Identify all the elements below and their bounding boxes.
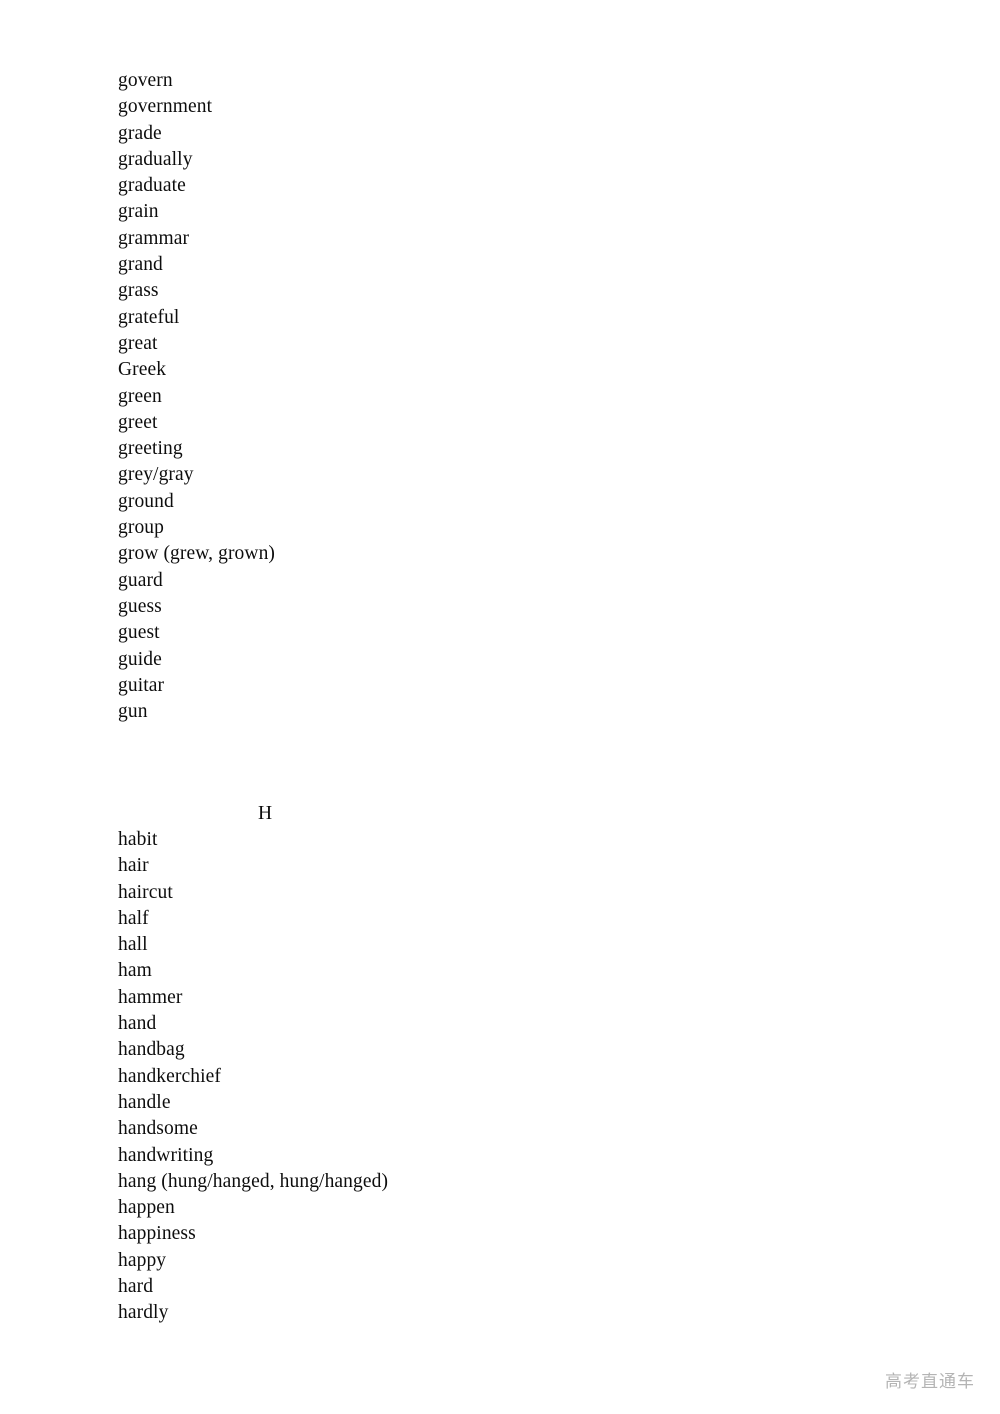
word-item: grain [118, 201, 159, 223]
word-item: guide [118, 648, 162, 670]
word-item: half [118, 907, 149, 929]
word-item: graduate [118, 175, 186, 197]
word-item: happen [118, 1197, 175, 1219]
word-item: gradually [118, 148, 193, 170]
watermark: 高考直通车 [885, 1372, 975, 1392]
word-item: handle [118, 1091, 171, 1113]
word-item: hand [118, 1013, 157, 1035]
document-page: govern government grade gradually graduate gr… [0, 0, 1000, 1414]
word-item: guest [118, 622, 160, 644]
word-item: grammar [118, 227, 190, 249]
word-item: group [118, 517, 164, 539]
word-item: government [118, 96, 213, 118]
word-item: hammer [118, 986, 183, 1008]
word-item: hall [118, 934, 148, 956]
section-heading-h: H [258, 803, 273, 824]
word-item: gun [118, 701, 148, 723]
word-item: haircut [118, 881, 173, 903]
word-item: grey/gray [118, 464, 194, 486]
word-list-h: habit hair haircut half hall ham hammer hand han… [118, 827, 388, 1327]
word-item: handbag [118, 1039, 185, 1061]
word-item: hardly [118, 1302, 169, 1324]
word-item: handwriting [118, 1144, 214, 1166]
word-item: happy [118, 1249, 167, 1271]
word-item: grade [118, 122, 162, 144]
word-item: habit [118, 829, 158, 850]
word-item: handsome [118, 1118, 198, 1140]
word-item: grateful [118, 306, 180, 328]
word-item: Greek [118, 359, 167, 381]
word-item: greeting [118, 438, 183, 460]
word-item: guitar [118, 674, 165, 696]
word-item: ground [118, 490, 174, 512]
word-item: happiness [118, 1223, 196, 1245]
word-item: great [118, 332, 158, 354]
word-item: hair [118, 855, 149, 877]
word-item: guess [118, 595, 162, 617]
word-item: hard [118, 1276, 154, 1298]
word-item: grass [118, 280, 159, 302]
word-item: guard [118, 569, 163, 591]
word-item: green [118, 385, 162, 407]
word-list-g: govern government grade gradually graduate gr… [118, 68, 275, 725]
word-item: handkerchief [118, 1065, 221, 1087]
word-item: greet [118, 411, 158, 433]
word-item: govern [118, 70, 173, 91]
word-item: grand [118, 254, 163, 276]
word-item: grow (grew, grown) [118, 543, 276, 565]
word-item: ham [118, 960, 152, 982]
word-item: hang (hung/hanged, hung/hanged) [118, 1170, 389, 1192]
